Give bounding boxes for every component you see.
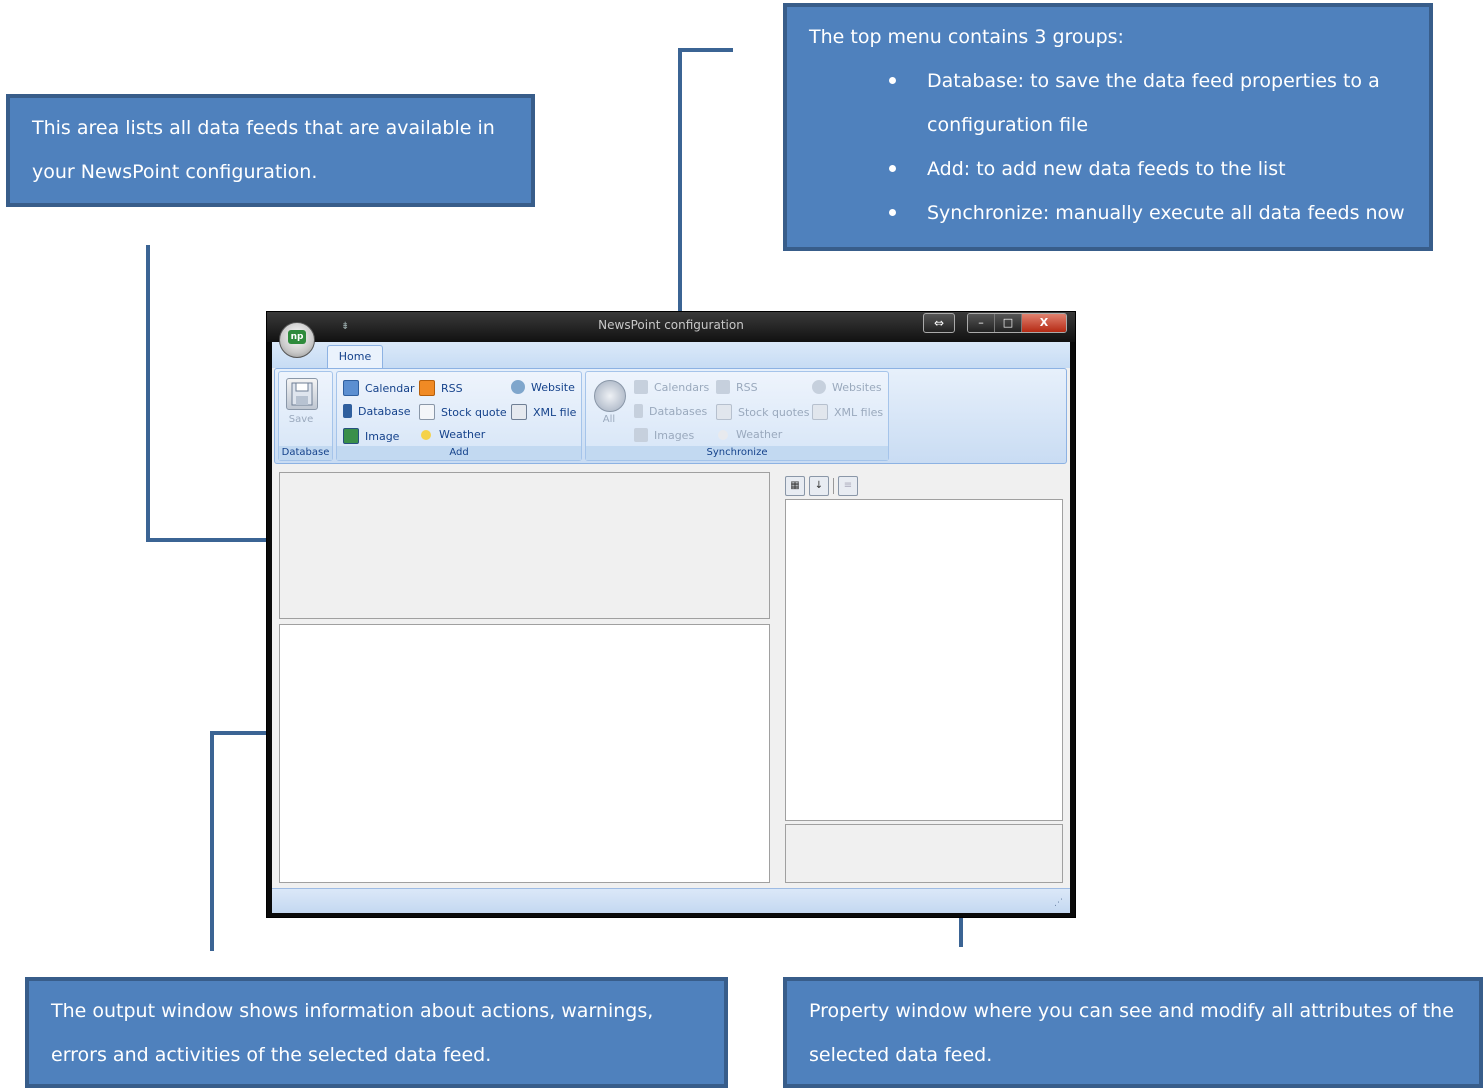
add-stock-quote-button[interactable]: Stock quote (419, 404, 507, 420)
minimize-button[interactable]: – (968, 314, 995, 332)
calendar-icon (343, 380, 359, 396)
alphabetical-sort-icon[interactable]: ↓ (809, 476, 829, 496)
sync-all-icon[interactable] (594, 380, 626, 412)
status-bar: ⋰ (272, 888, 1070, 913)
sync-calendars-label: Calendars (654, 380, 710, 394)
sync-websites-label: Websites (832, 380, 882, 394)
callout-top-menu-item: Synchronize: manually execute all data f… (889, 191, 1407, 235)
sync-all-label[interactable]: All (586, 414, 632, 425)
connector-line (210, 731, 214, 951)
ribbon-group-synchronize: All Calendars RSS Websites Databases Sto… (585, 371, 889, 461)
image-icon (343, 428, 359, 444)
add-weather-button[interactable]: Weather (419, 428, 485, 441)
ribbon: Save Database Calendar RSS Website Datab… (274, 368, 1067, 464)
toolbar-divider (833, 478, 834, 494)
maximize-button[interactable]: □ (995, 314, 1022, 332)
sync-images-button[interactable]: Images (634, 428, 694, 442)
sync-weather-button[interactable]: Weather (716, 428, 782, 441)
sync-rss-button[interactable]: RSS (716, 380, 758, 394)
callout-top-menu-item: Database: to save the data feed properti… (889, 59, 1407, 147)
add-image-label: Image (365, 429, 400, 443)
sync-stock-quotes-button[interactable]: Stock quotes (716, 404, 809, 420)
callout-top-menu-intro: The top menu contains 3 groups: (809, 26, 1124, 48)
sync-weather-label: Weather (736, 428, 783, 441)
stock-quote-icon (716, 404, 732, 420)
callout-list-area: This area lists all data feeds that are … (6, 94, 535, 207)
website-icon (812, 380, 826, 394)
application-menu-button[interactable]: np (279, 322, 315, 358)
add-xml-file-button[interactable]: XML file (511, 404, 576, 420)
callout-property: Property window where you can see and mo… (783, 977, 1483, 1088)
database-icon (343, 404, 352, 418)
property-toolbar: ▦ ↓ ≡ (785, 476, 862, 496)
save-button-label[interactable]: Save (279, 414, 323, 425)
weather-icon (718, 429, 728, 440)
add-xml-file-label: XML file (533, 405, 577, 419)
callout-output: The output window shows information abou… (25, 977, 728, 1088)
ribbon-tab-row: Home (272, 342, 1070, 369)
add-website-button[interactable]: Website (511, 380, 575, 394)
property-description-pane (785, 824, 1063, 883)
group-label-add: Add (337, 446, 581, 460)
sync-stock-quotes-label: Stock quotes (738, 405, 810, 419)
sync-xml-files-label: XML files (834, 405, 884, 419)
weather-icon (421, 429, 431, 440)
image-icon (634, 428, 648, 442)
sync-databases-button[interactable]: Databases (634, 404, 707, 418)
add-database-label: Database (358, 404, 411, 418)
data-feed-list-pane[interactable] (279, 472, 770, 619)
quick-access-toolbar-icon[interactable]: ⇟ (341, 321, 349, 332)
ribbon-group-database: Save Database (278, 371, 333, 461)
client-area: Home Save Database Calendar RSS Website … (272, 342, 1070, 913)
add-calendar-button[interactable]: Calendar (343, 380, 414, 396)
connector-line (146, 245, 150, 542)
ribbon-group-add: Calendar RSS Website Database Stock quot… (336, 371, 582, 461)
close-button[interactable]: X (1022, 314, 1066, 332)
add-website-label: Website (531, 380, 575, 394)
window-controls: – □ X (967, 313, 1067, 333)
group-label-database: Database (279, 446, 332, 460)
sync-calendars-button[interactable]: Calendars (634, 380, 709, 394)
callout-top-menu-item: Add: to add new data feeds to the list (889, 147, 1407, 191)
app-window: NewsPoint configuration ⇟ ⇔ – □ X np Hom… (266, 311, 1076, 918)
property-pages-icon[interactable]: ≡ (838, 476, 858, 496)
resize-button[interactable]: ⇔ (923, 313, 955, 333)
add-calendar-label: Calendar (365, 381, 415, 395)
add-rss-label: RSS (441, 381, 463, 395)
sync-databases-label: Databases (649, 404, 708, 418)
callout-top-menu: The top menu contains 3 groups: Database… (783, 3, 1433, 251)
add-stock-quote-label: Stock quote (441, 405, 507, 419)
app-logo-icon: np (288, 330, 306, 344)
xml-file-icon (511, 404, 527, 420)
output-window-pane[interactable] (279, 624, 770, 883)
xml-file-icon (812, 404, 828, 420)
sync-websites-button[interactable]: Websites (812, 380, 882, 394)
callout-output-text: The output window shows information abou… (51, 1000, 654, 1066)
property-grid-pane[interactable] (785, 499, 1063, 821)
sync-rss-label: RSS (736, 380, 758, 394)
connector-line (678, 48, 733, 52)
sync-xml-files-button[interactable]: XML files (812, 404, 883, 420)
sync-images-label: Images (654, 428, 695, 442)
add-rss-button[interactable]: RSS (419, 380, 463, 396)
title-bar: NewsPoint configuration ⇟ ⇔ – □ X (267, 312, 1075, 342)
rss-icon (716, 380, 730, 394)
add-weather-label: Weather (439, 428, 486, 441)
add-image-button[interactable]: Image (343, 428, 399, 444)
callout-property-text: Property window where you can see and mo… (809, 1000, 1454, 1066)
callout-list-area-text: This area lists all data feeds that are … (32, 117, 495, 183)
stock-quote-icon (419, 404, 435, 420)
callout-top-menu-list: Database: to save the data feed properti… (809, 59, 1407, 235)
group-label-synchronize: Synchronize (586, 446, 888, 460)
rss-icon (419, 380, 435, 396)
website-icon (511, 380, 525, 394)
save-icon[interactable] (286, 378, 318, 410)
calendar-icon (634, 380, 648, 394)
categorized-view-icon[interactable]: ▦ (785, 476, 805, 496)
resize-grip-icon[interactable]: ⋰ (1054, 898, 1066, 910)
database-icon (634, 404, 643, 418)
tab-home[interactable]: Home (327, 345, 383, 369)
add-database-button[interactable]: Database (343, 404, 411, 418)
